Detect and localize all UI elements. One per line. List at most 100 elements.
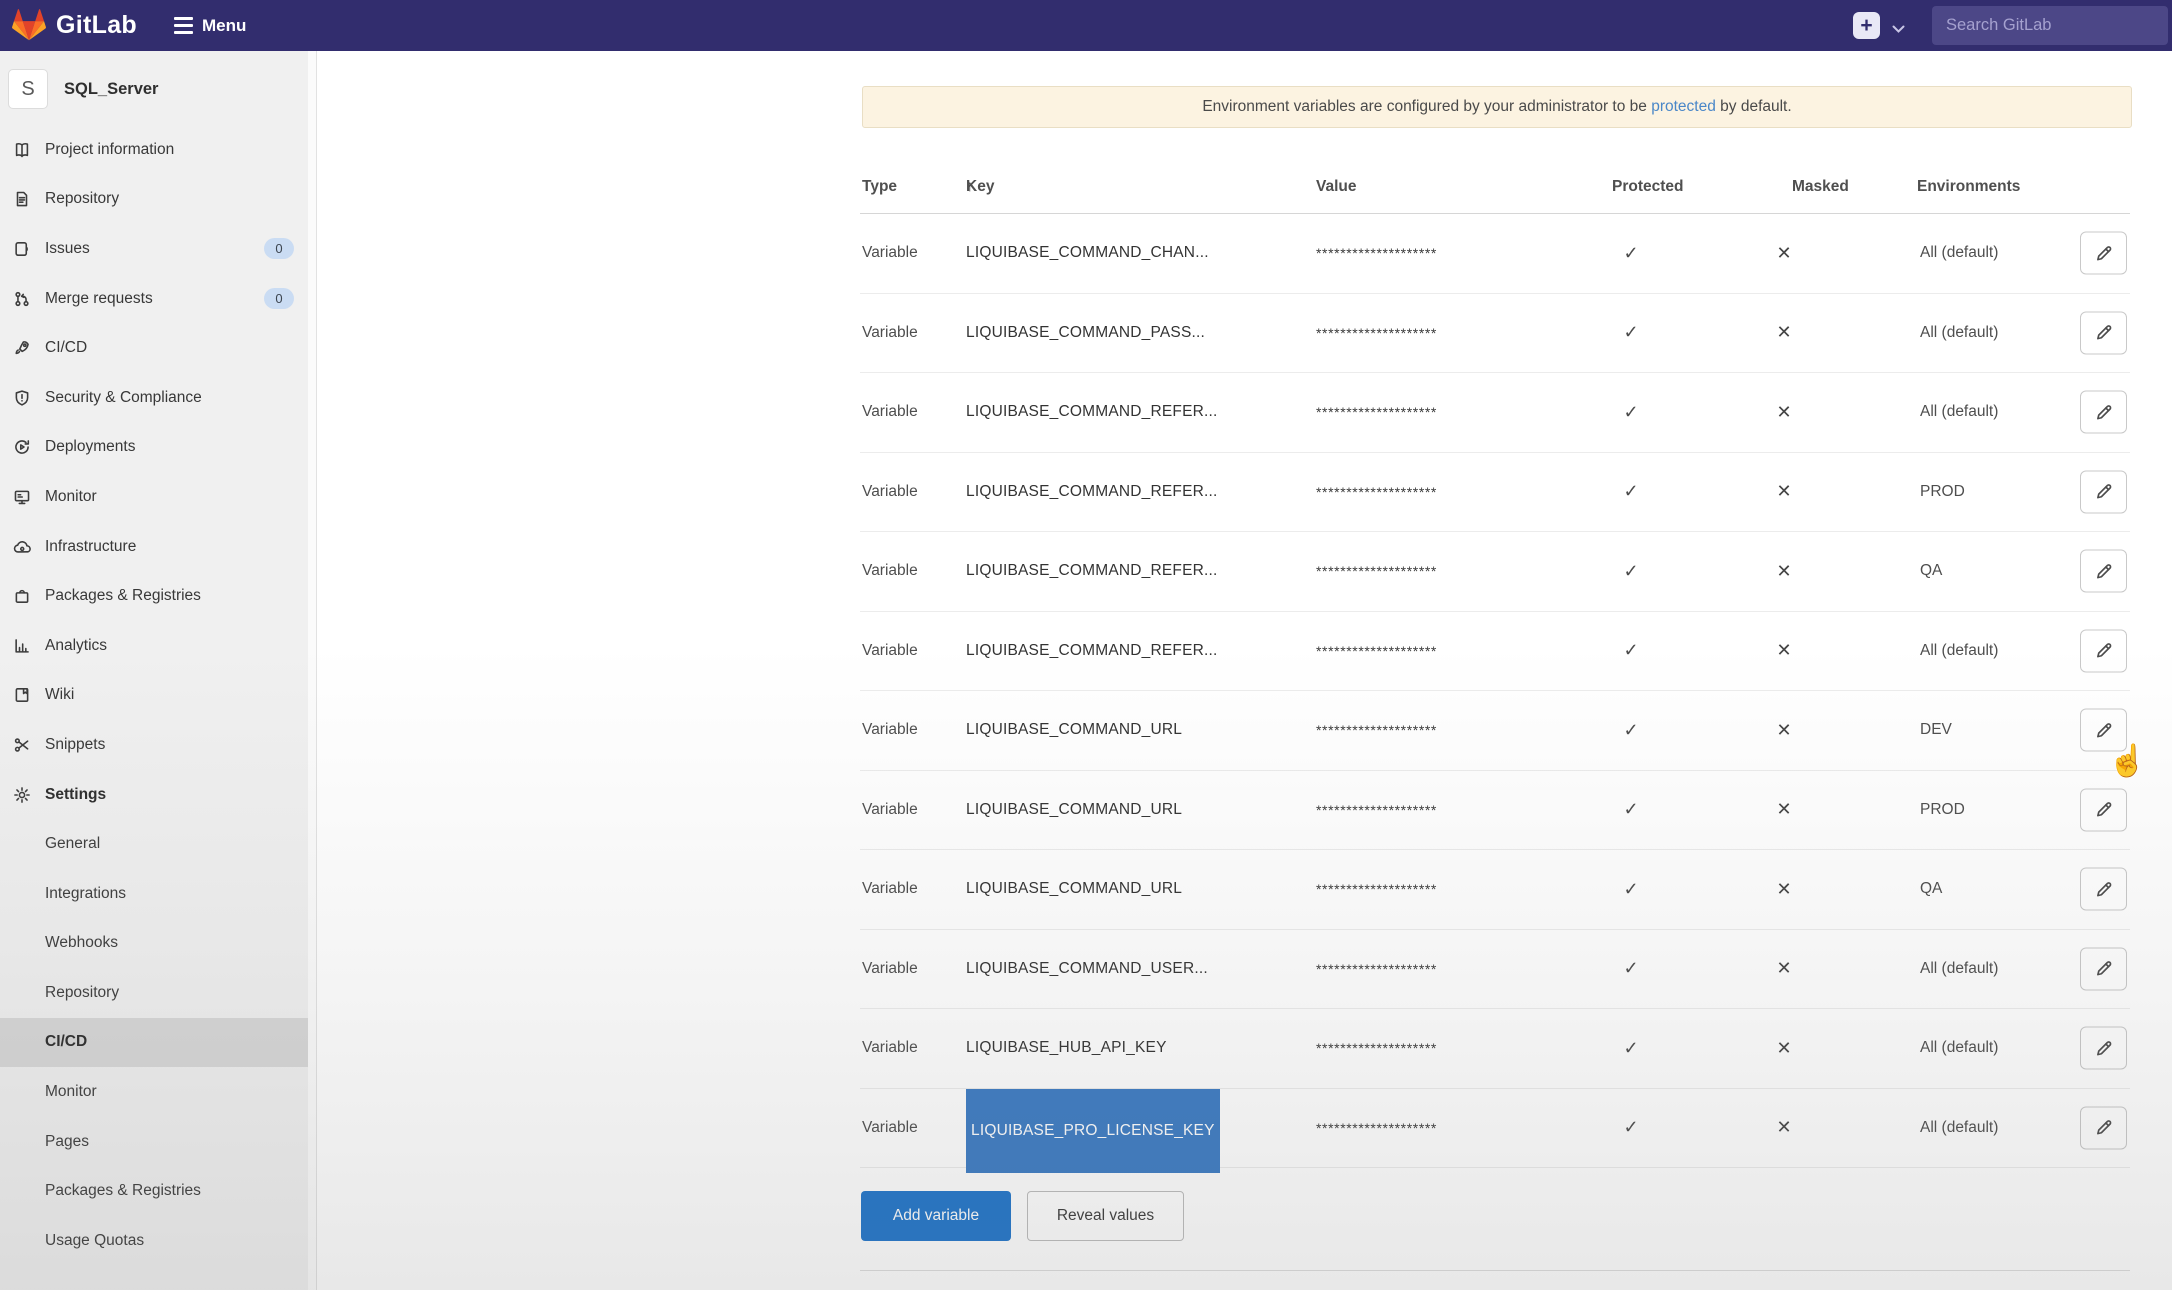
- sidebar-item-packages-registries[interactable]: Packages & Registries: [0, 571, 316, 621]
- variable-environments: PROD: [1920, 453, 1965, 532]
- edit-variable-button[interactable]: [2080, 947, 2127, 990]
- variable-environments: PROD: [1920, 771, 1965, 850]
- sidebar-item-snippets[interactable]: Snippets: [0, 720, 316, 770]
- variable-key: LIQUIBASE_COMMAND_REFER...: [966, 453, 1218, 532]
- gitlab-wordmark[interactable]: GitLab: [56, 0, 137, 51]
- variable-row: VariableLIQUIBASE_PRO_LICENSE_KEY*******…: [860, 1089, 2130, 1169]
- column-header-value: Value: [1316, 160, 1357, 214]
- deployments-icon: [13, 438, 31, 456]
- sidebar-item-merge-requests[interactable]: Merge requests0: [0, 274, 316, 324]
- edit-variable-button[interactable]: [2080, 629, 2127, 672]
- edit-variable-button[interactable]: [2080, 1106, 2127, 1149]
- variable-environments: QA: [1920, 850, 1942, 929]
- variable-row: VariableLIQUIBASE_COMMAND_URL***********…: [860, 850, 2130, 930]
- sidebar-scrollbar[interactable]: [308, 51, 316, 1290]
- variable-type: Variable: [862, 771, 918, 850]
- variable-row: VariableLIQUIBASE_COMMAND_CHAN...*******…: [860, 214, 2130, 294]
- sidebar-item-monitor[interactable]: Monitor: [0, 1067, 316, 1117]
- sidebar-item-project-information[interactable]: Project information: [0, 125, 316, 175]
- edit-variable-button[interactable]: [2080, 709, 2127, 752]
- pencil-icon: [2094, 800, 2114, 820]
- variable-environments: All (default): [1920, 294, 1998, 373]
- edit-variable-button[interactable]: [2080, 788, 2127, 831]
- sidebar-item-label: Settings: [45, 786, 106, 804]
- variable-row: VariableLIQUIBASE_HUB_API_KEY***********…: [860, 1009, 2130, 1089]
- edit-variable-button[interactable]: [2080, 1027, 2127, 1070]
- variable-environments: QA: [1920, 532, 1942, 611]
- sidebar-item-repository[interactable]: Repository: [0, 175, 316, 225]
- search-input[interactable]: [1932, 6, 2168, 45]
- variable-type: Variable: [862, 850, 918, 929]
- protected-link[interactable]: protected: [1651, 98, 1716, 115]
- protected-check-icon: ✓: [1623, 1009, 1638, 1088]
- edit-variable-button[interactable]: [2080, 311, 2127, 354]
- protected-check-icon: ✓: [1623, 612, 1638, 691]
- sidebar-item-wiki[interactable]: Wiki: [0, 671, 316, 721]
- sidebar-item-issues[interactable]: Issues0: [0, 224, 316, 274]
- masked-cross-icon: ✕: [1776, 294, 1791, 373]
- sidebar-item-label: Pages: [45, 1133, 89, 1151]
- project-name: SQL_Server: [64, 80, 158, 99]
- variables-table-header: Type ↑ Key Value Protected Masked Enviro…: [860, 160, 2130, 214]
- pencil-icon: [2094, 720, 2114, 740]
- column-header-type: Type: [862, 160, 897, 214]
- sidebar-item-analytics[interactable]: Analytics: [0, 621, 316, 671]
- sidebar-item-label: Snippets: [45, 736, 105, 754]
- sidebar-item-infrastructure[interactable]: Infrastructure: [0, 522, 316, 572]
- edit-variable-button[interactable]: [2080, 232, 2127, 275]
- edit-variable-button[interactable]: [2080, 391, 2127, 434]
- sidebar-item-usage-quotas[interactable]: Usage Quotas: [0, 1216, 316, 1266]
- monitor-icon: [13, 488, 31, 506]
- footer-divider: [860, 1270, 2130, 1271]
- gitlab-cicd-variables-page: GitLab Menu + S SQL_Server Project infor…: [0, 0, 2172, 1290]
- sidebar-nav: Project informationRepositoryIssues0Merg…: [0, 125, 316, 1266]
- sidebar-item-ci-cd[interactable]: CI/CD: [0, 1018, 316, 1068]
- pencil-icon: [2094, 879, 2114, 899]
- protected-check-icon: ✓: [1623, 294, 1638, 373]
- masked-cross-icon: ✕: [1776, 1009, 1791, 1088]
- variable-key: LIQUIBASE_COMMAND_USER...: [966, 930, 1208, 1009]
- variable-value-masked: ********************: [1316, 214, 1437, 293]
- variable-type: Variable: [862, 214, 918, 293]
- sidebar-item-deployments[interactable]: Deployments: [0, 423, 316, 473]
- scissors-icon: [13, 736, 31, 754]
- variable-value-masked: ********************: [1316, 532, 1437, 611]
- variable-key: LIQUIBASE_COMMAND_REFER...: [966, 612, 1218, 691]
- edit-variable-button[interactable]: [2080, 868, 2127, 911]
- sidebar-item-label: Monitor: [45, 488, 97, 506]
- add-variable-button[interactable]: Add variable: [861, 1191, 1011, 1241]
- variable-value-masked: ********************: [1316, 612, 1437, 691]
- masked-cross-icon: ✕: [1776, 930, 1791, 1009]
- gear-icon: [13, 786, 31, 804]
- project-avatar: S: [8, 69, 48, 109]
- banner-text-after: by default.: [1716, 98, 1792, 115]
- sidebar-item-ci-cd[interactable]: CI/CD: [0, 323, 316, 373]
- edit-variable-button[interactable]: [2080, 470, 2127, 513]
- sidebar-item-settings[interactable]: Settings: [0, 770, 316, 820]
- variable-type: Variable: [862, 930, 918, 1009]
- pencil-icon: [2094, 323, 2114, 343]
- sidebar-item-security-compliance[interactable]: Security & Compliance: [0, 373, 316, 423]
- chevron-down-icon[interactable]: [1892, 21, 1905, 39]
- protected-check-icon: ✓: [1623, 214, 1638, 293]
- sidebar-item-repository[interactable]: Repository: [0, 968, 316, 1018]
- sidebar-item-label: General: [45, 835, 100, 853]
- sidebar-item-webhooks[interactable]: Webhooks: [0, 919, 316, 969]
- gitlab-logo-icon[interactable]: [12, 8, 46, 42]
- column-header-masked: Masked: [1792, 160, 1849, 214]
- sidebar-item-integrations[interactable]: Integrations: [0, 869, 316, 919]
- sidebar-item-general[interactable]: General: [0, 819, 316, 869]
- selected-text-highlight: LIQUIBASE_PRO_LICENSE_KEY: [966, 1089, 1220, 1174]
- edit-variable-button[interactable]: [2080, 550, 2127, 593]
- project-header[interactable]: S SQL_Server: [0, 65, 316, 113]
- new-item-button[interactable]: +: [1853, 12, 1880, 39]
- variable-type: Variable: [862, 1009, 918, 1088]
- sidebar-item-packages-registries[interactable]: Packages & Registries: [0, 1166, 316, 1216]
- variable-environments: All (default): [1920, 930, 1998, 1009]
- reveal-values-button[interactable]: Reveal values: [1027, 1191, 1184, 1241]
- menu-button[interactable]: Menu: [174, 0, 246, 51]
- sidebar-item-monitor[interactable]: Monitor: [0, 472, 316, 522]
- variable-value-masked: ********************: [1316, 1009, 1437, 1088]
- sidebar-item-label: Issues: [45, 240, 90, 258]
- sidebar-item-pages[interactable]: Pages: [0, 1117, 316, 1167]
